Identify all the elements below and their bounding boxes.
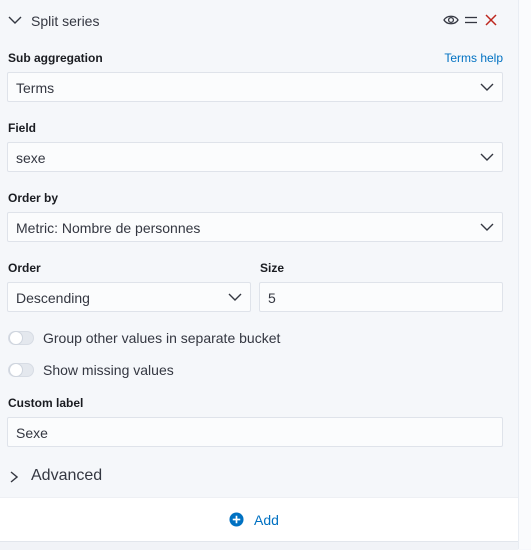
- chevron-down-icon: [480, 223, 494, 231]
- order-by-label: Order by: [8, 191, 59, 205]
- custom-label-input[interactable]: Sexe: [7, 417, 503, 447]
- order-by-value: Metric: Nombre de personnes: [16, 220, 201, 236]
- group-other-toggle[interactable]: [8, 331, 34, 345]
- panel-title[interactable]: Split series: [31, 13, 99, 29]
- chevron-down-icon: [228, 293, 242, 301]
- field-label: Field: [8, 121, 37, 135]
- chevron-down-icon[interactable]: [8, 15, 22, 25]
- plus-circle-icon: [229, 512, 244, 527]
- toggle-knob: [9, 363, 23, 377]
- order-by-select[interactable]: Metric: Nombre de personnes: [7, 212, 503, 242]
- custom-label-value: Sexe: [16, 425, 48, 441]
- field-value: sexe: [16, 150, 46, 166]
- panel-header: Split series: [0, 0, 518, 42]
- order-label: Order: [8, 261, 41, 275]
- chevron-down-icon: [480, 83, 494, 91]
- close-icon[interactable]: [485, 14, 497, 26]
- toggle-knob: [9, 331, 23, 345]
- order-value: Descending: [16, 290, 90, 306]
- sub-aggregation-select[interactable]: Terms: [7, 72, 503, 102]
- menu-icon[interactable]: [465, 14, 477, 26]
- order-select[interactable]: Descending: [7, 282, 251, 312]
- split-series-panel: Split series Sub aggregation Terms help …: [0, 0, 518, 497]
- size-value: 5: [268, 290, 276, 306]
- sub-aggregation-value: Terms: [16, 80, 55, 96]
- show-missing-label[interactable]: Show missing values: [43, 362, 174, 378]
- chevron-down-icon: [480, 153, 494, 161]
- chevron-right-icon: [10, 471, 18, 483]
- eye-icon[interactable]: [443, 13, 459, 27]
- group-other-label[interactable]: Group other values in separate bucket: [43, 330, 280, 346]
- sub-aggregation-label: Sub aggregation: [8, 51, 103, 65]
- size-input[interactable]: 5: [259, 282, 503, 312]
- add-button-label: Add: [254, 512, 279, 528]
- terms-help-link[interactable]: Terms help: [444, 51, 503, 65]
- show-missing-toggle[interactable]: [8, 363, 34, 377]
- field-select[interactable]: sexe: [7, 142, 503, 172]
- advanced-label: Advanced: [31, 467, 103, 484]
- size-label: Size: [260, 261, 285, 275]
- scroll-gutter: [518, 0, 531, 549]
- custom-label-label: Custom label: [8, 396, 84, 410]
